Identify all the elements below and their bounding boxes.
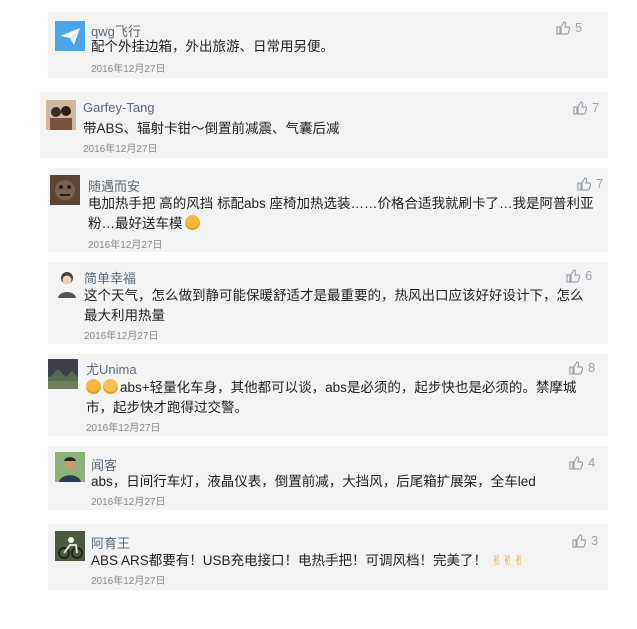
username[interactable]: Garfey-Tang [83, 100, 155, 115]
comment-date: 2016年12月27日 [86, 423, 161, 434]
thumbs-up-icon [569, 360, 583, 375]
couple-photo-avatar[interactable] [46, 100, 76, 130]
username[interactable]: 尤Unima [86, 359, 137, 378]
man-photo-icon [55, 452, 85, 482]
like-button[interactable]: 7 [577, 176, 603, 191]
username[interactable]: 简单幸福 [84, 268, 136, 287]
landscape-icon [48, 359, 78, 389]
like-count: 4 [588, 455, 596, 470]
cartoon-person-avatar[interactable] [52, 268, 82, 298]
comment-text: 带ABS、辐射卡钳～倒置前减震、气囊后减 [83, 121, 340, 136]
like-count: 5 [575, 20, 583, 35]
thumbs-up-icon [566, 268, 580, 283]
comment-text-content: abs+轻量化车身，其他都可以谈，abs是必须的，起步快也是必须的。禁摩城市，起… [86, 380, 577, 415]
like-count: 7 [596, 176, 604, 191]
dark-pattern-icon [50, 175, 80, 205]
grin-emoji-icon [86, 379, 101, 394]
man-photo-avatar[interactable] [55, 452, 85, 482]
comment-text: ABS ARS都要有！USB充电接口！电热手把！可调风档！完美了！ ✌✌✌ [91, 551, 591, 571]
thumbs-up-icon [577, 176, 591, 191]
like-button[interactable]: 8 [569, 360, 595, 375]
like-button[interactable]: 7 [573, 100, 599, 115]
username[interactable]: 随遇而安 [88, 176, 140, 195]
comment-text: 这个天气，怎么做到静可能保暖舒适才是最重要的，热风出口应该好好设计下，怎么最大利… [84, 288, 584, 323]
comment-date: 2016年12月27日 [84, 331, 159, 342]
comment-text: 电加热手把 高的风挡 标配abs 座椅加热选装……价格合适我就刷卡了…我是阿普利… [88, 194, 598, 234]
like-button[interactable]: 4 [569, 455, 595, 470]
like-button[interactable]: 3 [572, 533, 598, 548]
paper-plane-avatar[interactable] [55, 21, 85, 51]
comment-text-content: 电加热手把 高的风挡 标配abs 座椅加热选装……价格合适我就刷卡了…我是阿普利… [88, 196, 594, 231]
dark-pattern-avatar[interactable] [50, 175, 80, 205]
comment-date: 2016年12月27日 [83, 144, 158, 155]
comment-date: 2016年12月27日 [88, 240, 163, 251]
thumbs-up-icon [572, 533, 586, 548]
like-count: 7 [592, 100, 600, 115]
landscape-avatar[interactable] [48, 359, 78, 389]
comment-date: 2016年12月27日 [91, 576, 166, 587]
comment-text: abs，日间行车灯，液晶仪表，倒置前减，大挡风，后尾箱扩展架，全车led [91, 474, 536, 489]
like-count: 3 [591, 533, 599, 548]
grin-emoji-icon [103, 379, 118, 394]
comment-date: 2016年12月27日 [91, 64, 166, 75]
comment-text: 配个外挂边箱，外出旅游、日常用另便。 [91, 39, 334, 54]
thumbs-up-icon [573, 100, 587, 115]
victory-hand-emoji-icon: ✌✌✌ [490, 553, 525, 568]
cartoon-person-icon [52, 268, 82, 298]
comment-text: abs+轻量化车身，其他都可以谈，abs是必须的，起步快也是必须的。禁摩城市，起… [86, 378, 596, 418]
like-button[interactable]: 6 [566, 268, 592, 283]
couple-photo-icon [46, 100, 76, 130]
rider-photo-avatar[interactable] [55, 531, 85, 561]
comment-text-content: ABS ARS都要有！USB充电接口！电热手把！可调风档！完美了！ [91, 553, 488, 568]
like-count: 6 [585, 268, 593, 283]
username[interactable]: 阿育王 [91, 533, 130, 552]
thumbs-up-icon [569, 455, 583, 470]
star-eyes-emoji-icon [184, 215, 200, 230]
comment-date: 2016年12月27日 [91, 497, 166, 508]
like-button[interactable]: 5 [556, 20, 582, 35]
thumbs-up-icon [556, 20, 570, 35]
paper-plane-icon [55, 21, 85, 51]
rider-photo-icon [55, 531, 85, 561]
like-count: 8 [588, 360, 596, 375]
